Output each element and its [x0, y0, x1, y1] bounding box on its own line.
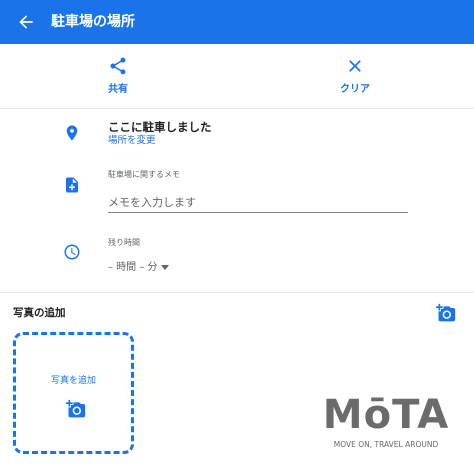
time-remaining-value: – 時間 – 分 — [108, 262, 158, 273]
mota-tagline: MOVE ON, TRAVEL AROUND — [333, 440, 439, 449]
time-remaining-label: 残り時間 — [108, 238, 140, 247]
page-title: 駐車場の場所 — [51, 14, 135, 30]
arrow-back-icon[interactable] — [16, 12, 36, 32]
clock-icon — [64, 244, 80, 260]
note-add-icon — [66, 177, 78, 193]
add-photo-icon[interactable] — [435, 303, 457, 323]
divider — [0, 292, 474, 293]
mota-watermark: MōTA MOVE ON, TRAVEL AROUND — [316, 393, 456, 453]
share-label: 共有 — [108, 84, 128, 95]
action-row: 共有 クリア — [0, 44, 474, 108]
share-button[interactable]: 共有 — [58, 44, 178, 108]
clear-button[interactable]: クリア — [295, 44, 415, 108]
divider — [0, 108, 474, 109]
parked-here-text: ここに駐車しました — [108, 120, 212, 134]
add-photo-tile[interactable]: 写真を追加 — [13, 332, 134, 454]
add-photo-icon — [66, 399, 86, 418]
app-bar: 駐車場の場所 — [0, 0, 474, 44]
memo-label: 駐車場に関するメモ — [108, 170, 180, 179]
dropdown-arrow-icon — [160, 264, 169, 270]
add-photo-label: 写真を追加 — [50, 376, 96, 386]
mota-logo: MōTA — [322, 392, 450, 438]
close-icon — [349, 60, 361, 72]
clear-label: クリア — [340, 84, 370, 95]
change-location-link[interactable]: 場所を変更 — [108, 134, 156, 148]
memo-input[interactable] — [108, 192, 408, 213]
photos-heading: 写真の追加 — [13, 307, 66, 319]
time-remaining-select[interactable]: – 時間 – 分 — [108, 261, 169, 275]
location-pin-icon — [66, 125, 78, 141]
share-icon — [110, 57, 126, 75]
